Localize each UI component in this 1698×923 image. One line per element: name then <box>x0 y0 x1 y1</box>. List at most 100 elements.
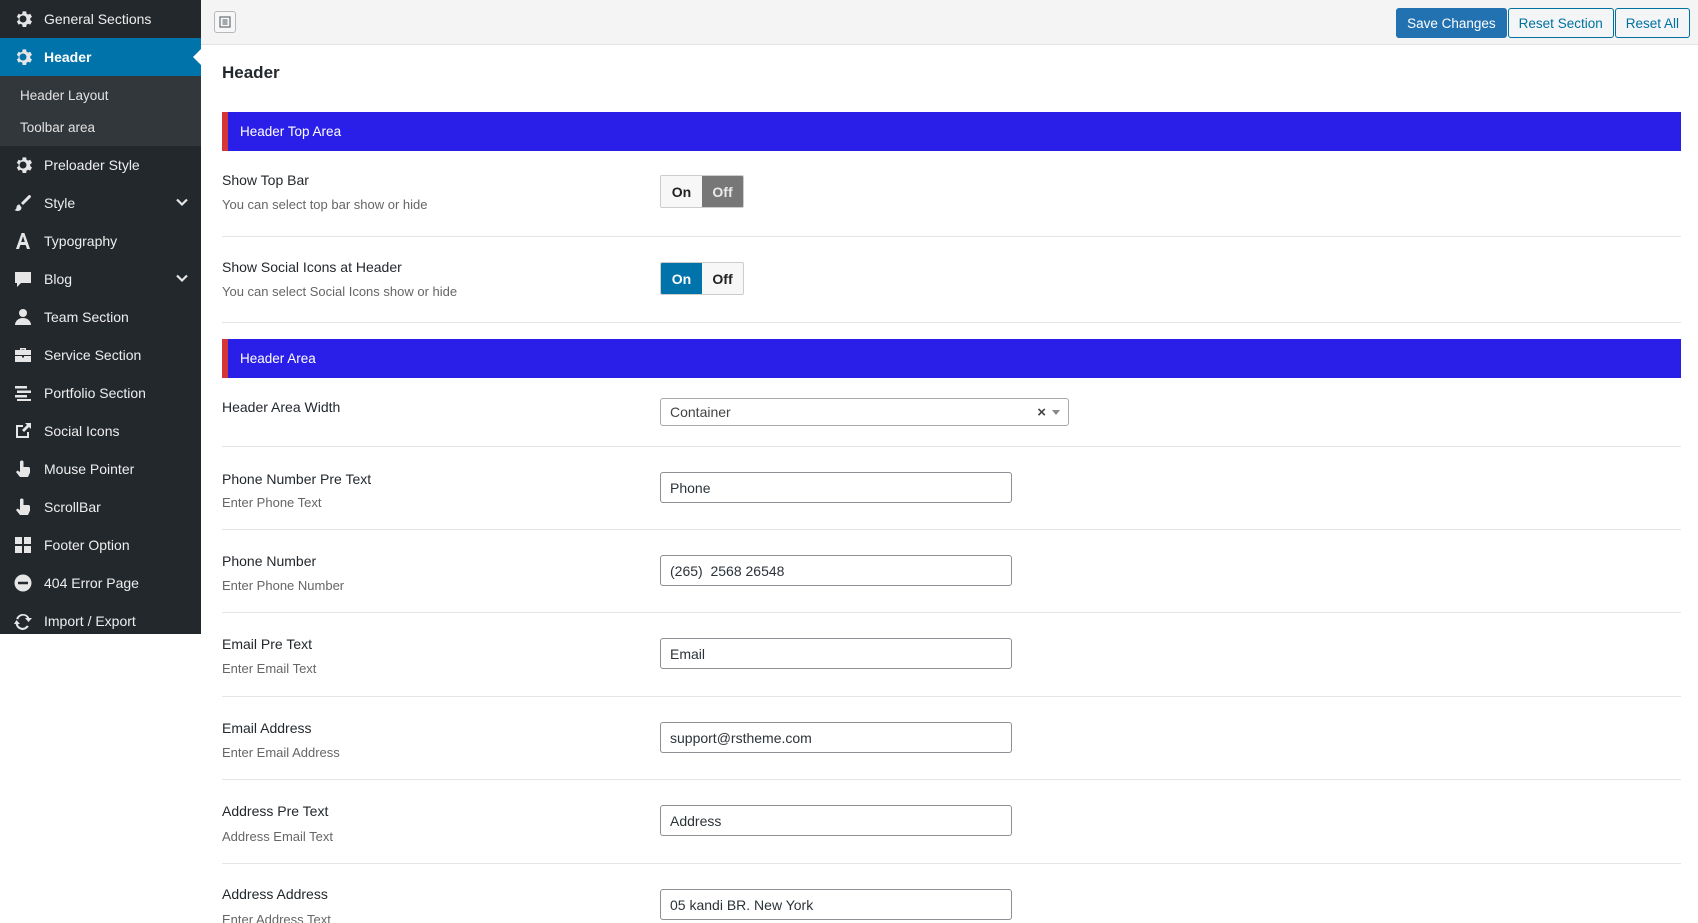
header-area-width-select[interactable]: Container × <box>660 398 1069 426</box>
grid-icon <box>13 535 33 555</box>
sidebar-item-label: Footer Option <box>44 537 130 553</box>
sidebar-item-label: Typography <box>44 233 118 249</box>
sidebar: General Sections Header Header Layout To… <box>0 0 201 634</box>
field-description: You can select top bar show or hide <box>222 197 428 212</box>
sidebar-item-blog[interactable]: Blog <box>0 260 201 298</box>
field-show-social-icons: Show Social Icons at Header You can sele… <box>222 237 1681 323</box>
field-label: Show Top Bar <box>222 172 309 188</box>
sidebar-subitem-header-layout[interactable]: Header Layout <box>0 79 201 111</box>
show-top-bar-switch[interactable]: On Off <box>660 175 744 208</box>
pointer-icon <box>13 497 33 517</box>
page-title: Header <box>222 63 280 82</box>
sidebar-item-label: Blog <box>44 271 73 287</box>
options-toolbar: Save Changes Reset Section Reset All <box>201 0 1698 45</box>
reset-all-button[interactable]: Reset All <box>1614 8 1690 38</box>
switch-off-option[interactable]: Off <box>702 176 743 207</box>
field-label: Email Pre Text <box>222 636 312 652</box>
sidebar-item-label: Portfolio Section <box>44 385 146 401</box>
chevron-down-icon[interactable] <box>175 271 189 285</box>
clear-icon[interactable]: × <box>1037 404 1046 421</box>
sidebar-item-social-icons[interactable]: Social Icons <box>0 412 201 450</box>
share-icon <box>13 421 33 441</box>
section-header-area: Header Area <box>222 339 1681 378</box>
minus-circle-icon <box>13 573 33 593</box>
field-description: Enter Address Text <box>222 912 331 923</box>
gear-icon <box>13 9 33 29</box>
sidebar-item-preloader-style[interactable]: Preloader Style <box>0 146 201 184</box>
switch-on-option[interactable]: On <box>661 263 702 294</box>
dropdown-arrow-icon[interactable] <box>1052 410 1060 415</box>
sidebar-item-label: Header <box>44 49 92 65</box>
field-label: Header Area Width <box>222 399 341 415</box>
brush-icon <box>13 193 33 213</box>
sidebar-item-import-export[interactable]: Import / Export <box>0 602 201 640</box>
user-icon <box>13 307 33 327</box>
email-pre-text-input[interactable] <box>660 638 1012 669</box>
field-description: Enter Phone Text <box>222 495 322 510</box>
sidebar-item-label: Service Section <box>44 347 142 363</box>
font-icon <box>13 231 33 251</box>
sidebar-item-label: ScrollBar <box>44 499 101 515</box>
expand-icon <box>219 16 231 28</box>
field-description: Address Email Text <box>222 829 334 844</box>
refresh-icon <box>13 611 33 631</box>
sidebar-item-footer-option[interactable]: Footer Option <box>0 526 201 564</box>
email-address-input[interactable] <box>660 722 1012 753</box>
chevron-down-icon[interactable] <box>175 195 189 209</box>
sidebar-item-service-section[interactable]: Service Section <box>0 336 201 374</box>
sidebar-item-scrollbar[interactable]: ScrollBar <box>0 488 201 526</box>
phone-number-input[interactable] <box>660 555 1012 586</box>
field-address-pre-text: Address Pre Text Address Email Text <box>222 780 1681 864</box>
sidebar-item-label: 404 Error Page <box>44 575 139 591</box>
field-label: Phone Number <box>222 553 317 569</box>
save-changes-button[interactable]: Save Changes <box>1396 8 1507 38</box>
sidebar-item-404-error-page[interactable]: 404 Error Page <box>0 564 201 602</box>
field-label: Address Pre Text <box>222 803 329 819</box>
comment-icon <box>13 269 33 289</box>
switch-off-option[interactable]: Off <box>702 263 743 294</box>
address-input[interactable] <box>660 889 1012 920</box>
sidebar-item-label: Mouse Pointer <box>44 461 135 477</box>
sidebar-item-label: Import / Export <box>44 613 136 629</box>
field-description: Enter Email Address <box>222 745 340 760</box>
select-value: Container <box>670 404 731 420</box>
phone-pre-text-input[interactable] <box>660 472 1012 503</box>
sidebar-item-label: Social Icons <box>44 423 120 439</box>
sidebar-item-mouse-pointer[interactable]: Mouse Pointer <box>0 450 201 488</box>
sidebar-item-label: General Sections <box>44 11 152 27</box>
field-email-pre-text: Email Pre Text Enter Email Text <box>222 613 1681 697</box>
show-social-icons-switch[interactable]: On Off <box>660 262 744 295</box>
toolbar-actions: Save Changes Reset Section Reset All <box>1395 8 1690 38</box>
expand-options-button[interactable] <box>214 11 236 33</box>
field-label: Phone Number Pre Text <box>222 471 372 487</box>
sidebar-item-style[interactable]: Style <box>0 184 201 222</box>
list-icon <box>13 383 33 403</box>
field-header-area-width: Header Area Width Container × <box>222 378 1681 447</box>
reset-section-button[interactable]: Reset Section <box>1507 8 1614 38</box>
sidebar-item-header[interactable]: Header <box>0 38 201 76</box>
sidebar-item-label: Preloader Style <box>44 157 140 173</box>
field-label: Email Address <box>222 720 312 736</box>
sidebar-subitem-toolbar-area[interactable]: Toolbar area <box>0 111 201 143</box>
switch-on-option[interactable]: On <box>661 176 702 207</box>
sidebar-subnav: Header Layout Toolbar area <box>0 76 201 146</box>
field-description: You can select Social Icons show or hide <box>222 284 458 299</box>
field-address: Address Address Enter Address Text <box>222 864 1681 923</box>
gear-icon <box>13 47 33 67</box>
pointer-icon <box>13 459 33 479</box>
section-header-top-area: Header Top Area <box>222 112 1681 151</box>
gear-icon <box>13 155 33 175</box>
sidebar-item-portfolio-section[interactable]: Portfolio Section <box>0 374 201 412</box>
field-label: Show Social Icons at Header <box>222 259 402 275</box>
field-email-address: Email Address Enter Email Address <box>222 697 1681 780</box>
field-phone-number: Phone Number Enter Phone Number <box>222 530 1681 613</box>
sidebar-item-label: Style <box>44 195 76 211</box>
field-description: Enter Phone Number <box>222 578 345 593</box>
field-label: Address Address <box>222 886 328 902</box>
sidebar-item-label: Team Section <box>44 309 129 325</box>
address-pre-text-input[interactable] <box>660 805 1012 836</box>
sidebar-item-team-section[interactable]: Team Section <box>0 298 201 336</box>
sidebar-item-typography[interactable]: Typography <box>0 222 201 260</box>
sidebar-item-general-sections[interactable]: General Sections <box>0 0 201 38</box>
options-panel: Header Header Top Area Show Top Bar You … <box>222 45 1681 923</box>
